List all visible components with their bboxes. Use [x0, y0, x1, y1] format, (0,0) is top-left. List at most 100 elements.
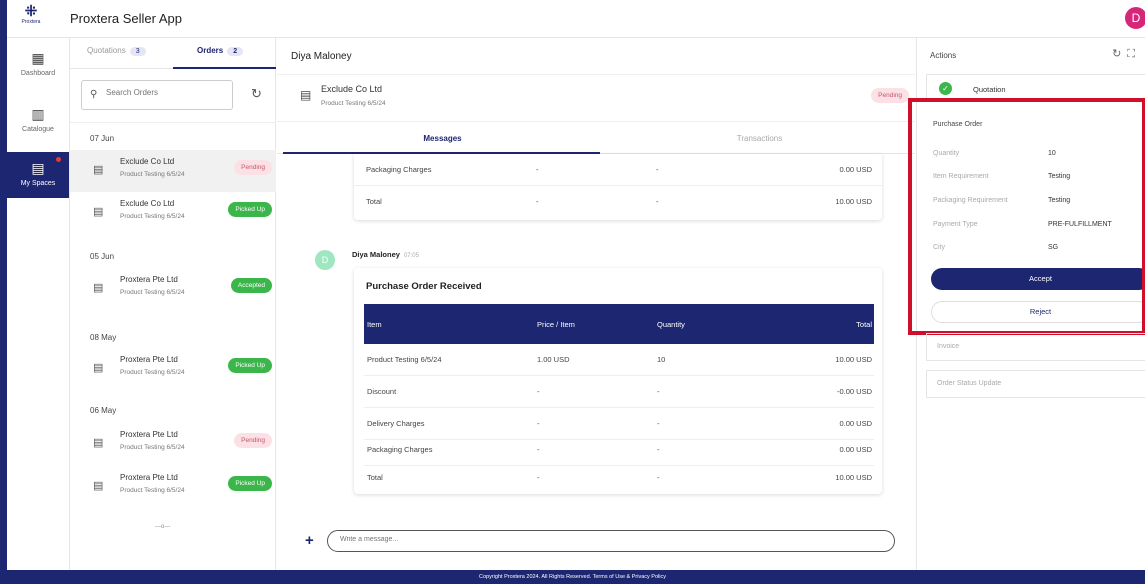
grid-icon: ▦ — [31, 50, 45, 66]
actions-title: Actions — [930, 51, 957, 60]
order-name: Exclude Co Ltd — [321, 84, 383, 94]
list-item[interactable]: ▤ Exclude Co Ltd Product Testing 6/5/24 … — [70, 150, 276, 192]
cell-item: Discount — [367, 387, 397, 396]
document-icon: ▤ — [93, 282, 104, 294]
date-header: 07 Jun — [90, 134, 115, 143]
cell-price: - — [537, 387, 540, 396]
status-badge: Picked Up — [228, 358, 272, 373]
chat-panel: Diya Maloney ▤ Exclude Co Ltd Product Te… — [277, 38, 915, 570]
check-circle-icon: ✓ — [939, 82, 952, 95]
divider — [70, 122, 276, 123]
cell-total: 10.00 USD — [835, 197, 872, 206]
order-name: Exclude Co Ltd — [120, 199, 175, 208]
refresh-icon[interactable]: ↻ — [251, 86, 262, 102]
cell-quantity: 10 — [657, 355, 666, 364]
order-subtitle: Product Testing 6/5/24 — [120, 171, 185, 178]
cell-quantity: - — [656, 165, 659, 174]
card-title: Purchase Order Received — [366, 281, 482, 292]
message-sender: Diya Maloney 07:05 — [352, 250, 419, 259]
sidebar-item-my-spaces[interactable]: ▤ My Spaces — [7, 152, 69, 198]
tab-orders[interactable]: Orders 2 — [197, 46, 244, 56]
message-time: 07:05 — [403, 253, 419, 259]
refresh-icon[interactable]: ↻ — [1112, 48, 1121, 60]
order-name: Proxtera Pte Ltd — [120, 473, 178, 482]
header-item: Item — [367, 320, 382, 329]
previous-order-card: Packaging Charges - - 0.00 USD Total - -… — [354, 154, 882, 220]
tab-count-badge: 3 — [129, 47, 146, 56]
active-tab-indicator — [173, 67, 276, 69]
sidebar-item-label: My Spaces — [20, 180, 56, 187]
cell-price: - — [536, 165, 539, 174]
cell-item: Packaging Charges — [366, 165, 432, 174]
sidebar-item-catalogue[interactable]: ▥ Catalogue — [7, 106, 69, 150]
app-logo[interactable]: ⁜ Proxtera — [16, 4, 46, 26]
book-icon: ▥ — [31, 106, 45, 122]
sidebar-item-dashboard[interactable]: ▦ Dashboard — [7, 50, 69, 94]
document-icon: ▤ — [93, 437, 104, 449]
cell-total: 0.00 USD — [839, 445, 872, 454]
cell-total: 0.00 USD — [839, 419, 872, 428]
order-status-update-section[interactable]: Order Status Update — [926, 370, 1145, 398]
sender-name: Diya Maloney — [352, 250, 400, 259]
table-row: Total - - 10.00 USD — [354, 186, 882, 218]
user-avatar[interactable]: D — [1125, 7, 1145, 29]
cell-quantity: - — [657, 419, 660, 428]
logo-mark-icon: ⁜ — [24, 3, 38, 20]
list-item[interactable]: ▤ Exclude Co Ltd Product Testing 6/5/24 … — [70, 192, 276, 234]
cell-item: Packaging Charges — [367, 445, 433, 454]
order-status-update-label: Order Status Update — [937, 380, 1002, 387]
list-item[interactable]: ▤ Proxtera Pte Ltd Product Testing 6/5/2… — [70, 268, 276, 310]
list-end-marker: ---o--- — [155, 524, 171, 530]
order-name: Proxtera Pte Ltd — [120, 275, 178, 284]
cell-item: Total — [367, 473, 383, 482]
table-row: Discount - - -0.00 USD — [364, 376, 874, 408]
list-item[interactable]: ▤ Proxtera Pte Ltd Product Testing 6/5/2… — [70, 348, 276, 390]
document-icon: ▤ — [93, 206, 104, 218]
cell-total: 0.00 USD — [839, 165, 872, 174]
actions-panel: Actions ↻ ⛶ ✓ Quotation Purchase Order Qu… — [908, 38, 1145, 570]
message-box — [327, 530, 895, 552]
order-subtitle: Product Testing 6/5/24 — [120, 369, 185, 376]
expand-icon[interactable]: ⛶ — [1127, 48, 1135, 60]
tab-messages[interactable]: Messages — [283, 134, 602, 143]
footer-text: Copyright Proxtera 2024. All Rights Rese… — [479, 574, 666, 580]
search-input[interactable] — [106, 88, 226, 97]
document-icon: ▤ — [300, 88, 312, 102]
header-total: Total — [856, 320, 872, 329]
order-subtitle: Product Testing 6/5/24 — [120, 213, 185, 220]
tab-transactions[interactable]: Transactions — [600, 134, 919, 143]
order-header: ▤ Exclude Co Ltd Product Testing 6/5/24 … — [277, 74, 915, 122]
list-item[interactable]: ▤ Proxtera Pte Ltd Product Testing 6/5/2… — [70, 466, 276, 508]
order-name: Exclude Co Ltd — [120, 157, 175, 166]
order-subtitle: Product Testing 6/5/24 — [120, 289, 185, 296]
sidebar-nav: ▦ Dashboard ▥ Catalogue ▤ My Spaces — [7, 38, 70, 570]
header-price: Price / Item — [537, 320, 575, 329]
order-subtitle: Product Testing 6/5/24 — [120, 444, 185, 451]
tab-quotations[interactable]: Quotations 3 — [87, 46, 146, 56]
sidebar-item-label: Catalogue — [22, 126, 54, 133]
cell-quantity: - — [656, 197, 659, 206]
sender-avatar: D — [315, 250, 335, 270]
order-subtitle: Product Testing 6/5/24 — [120, 487, 185, 494]
sidebar-item-label: Dashboard — [20, 70, 56, 77]
highlight-box — [908, 98, 1145, 335]
notification-dot — [56, 157, 61, 162]
search-box: ⚲ — [81, 80, 233, 110]
tab-label: Orders — [197, 46, 224, 55]
logo-text: Proxtera — [21, 19, 41, 25]
add-attachment-icon[interactable]: + — [305, 532, 314, 549]
date-header: 06 May — [90, 406, 117, 415]
order-name: Proxtera Pte Ltd — [120, 355, 178, 364]
header-quantity: Quantity — [657, 320, 685, 329]
status-badge: Pending — [871, 88, 909, 103]
list-item[interactable]: ▤ Proxtera Pte Ltd Product Testing 6/5/2… — [70, 423, 276, 465]
table-header: Item Price / Item Quantity Total — [364, 304, 874, 344]
app-frame: ⁜ Proxtera Proxtera Seller App D ▦ Dashb… — [7, 0, 1145, 570]
message-input[interactable] — [340, 536, 840, 543]
cell-price: 1.00 USD — [537, 355, 570, 364]
tab-count-badge: 2 — [227, 47, 244, 56]
actions-toolbar: ↻ ⛶ — [1106, 47, 1135, 61]
cell-total: -0.00 USD — [836, 387, 872, 396]
invoice-section[interactable]: Invoice — [926, 333, 1145, 361]
table-row: Packaging Charges - - 0.00 USD — [354, 154, 882, 186]
